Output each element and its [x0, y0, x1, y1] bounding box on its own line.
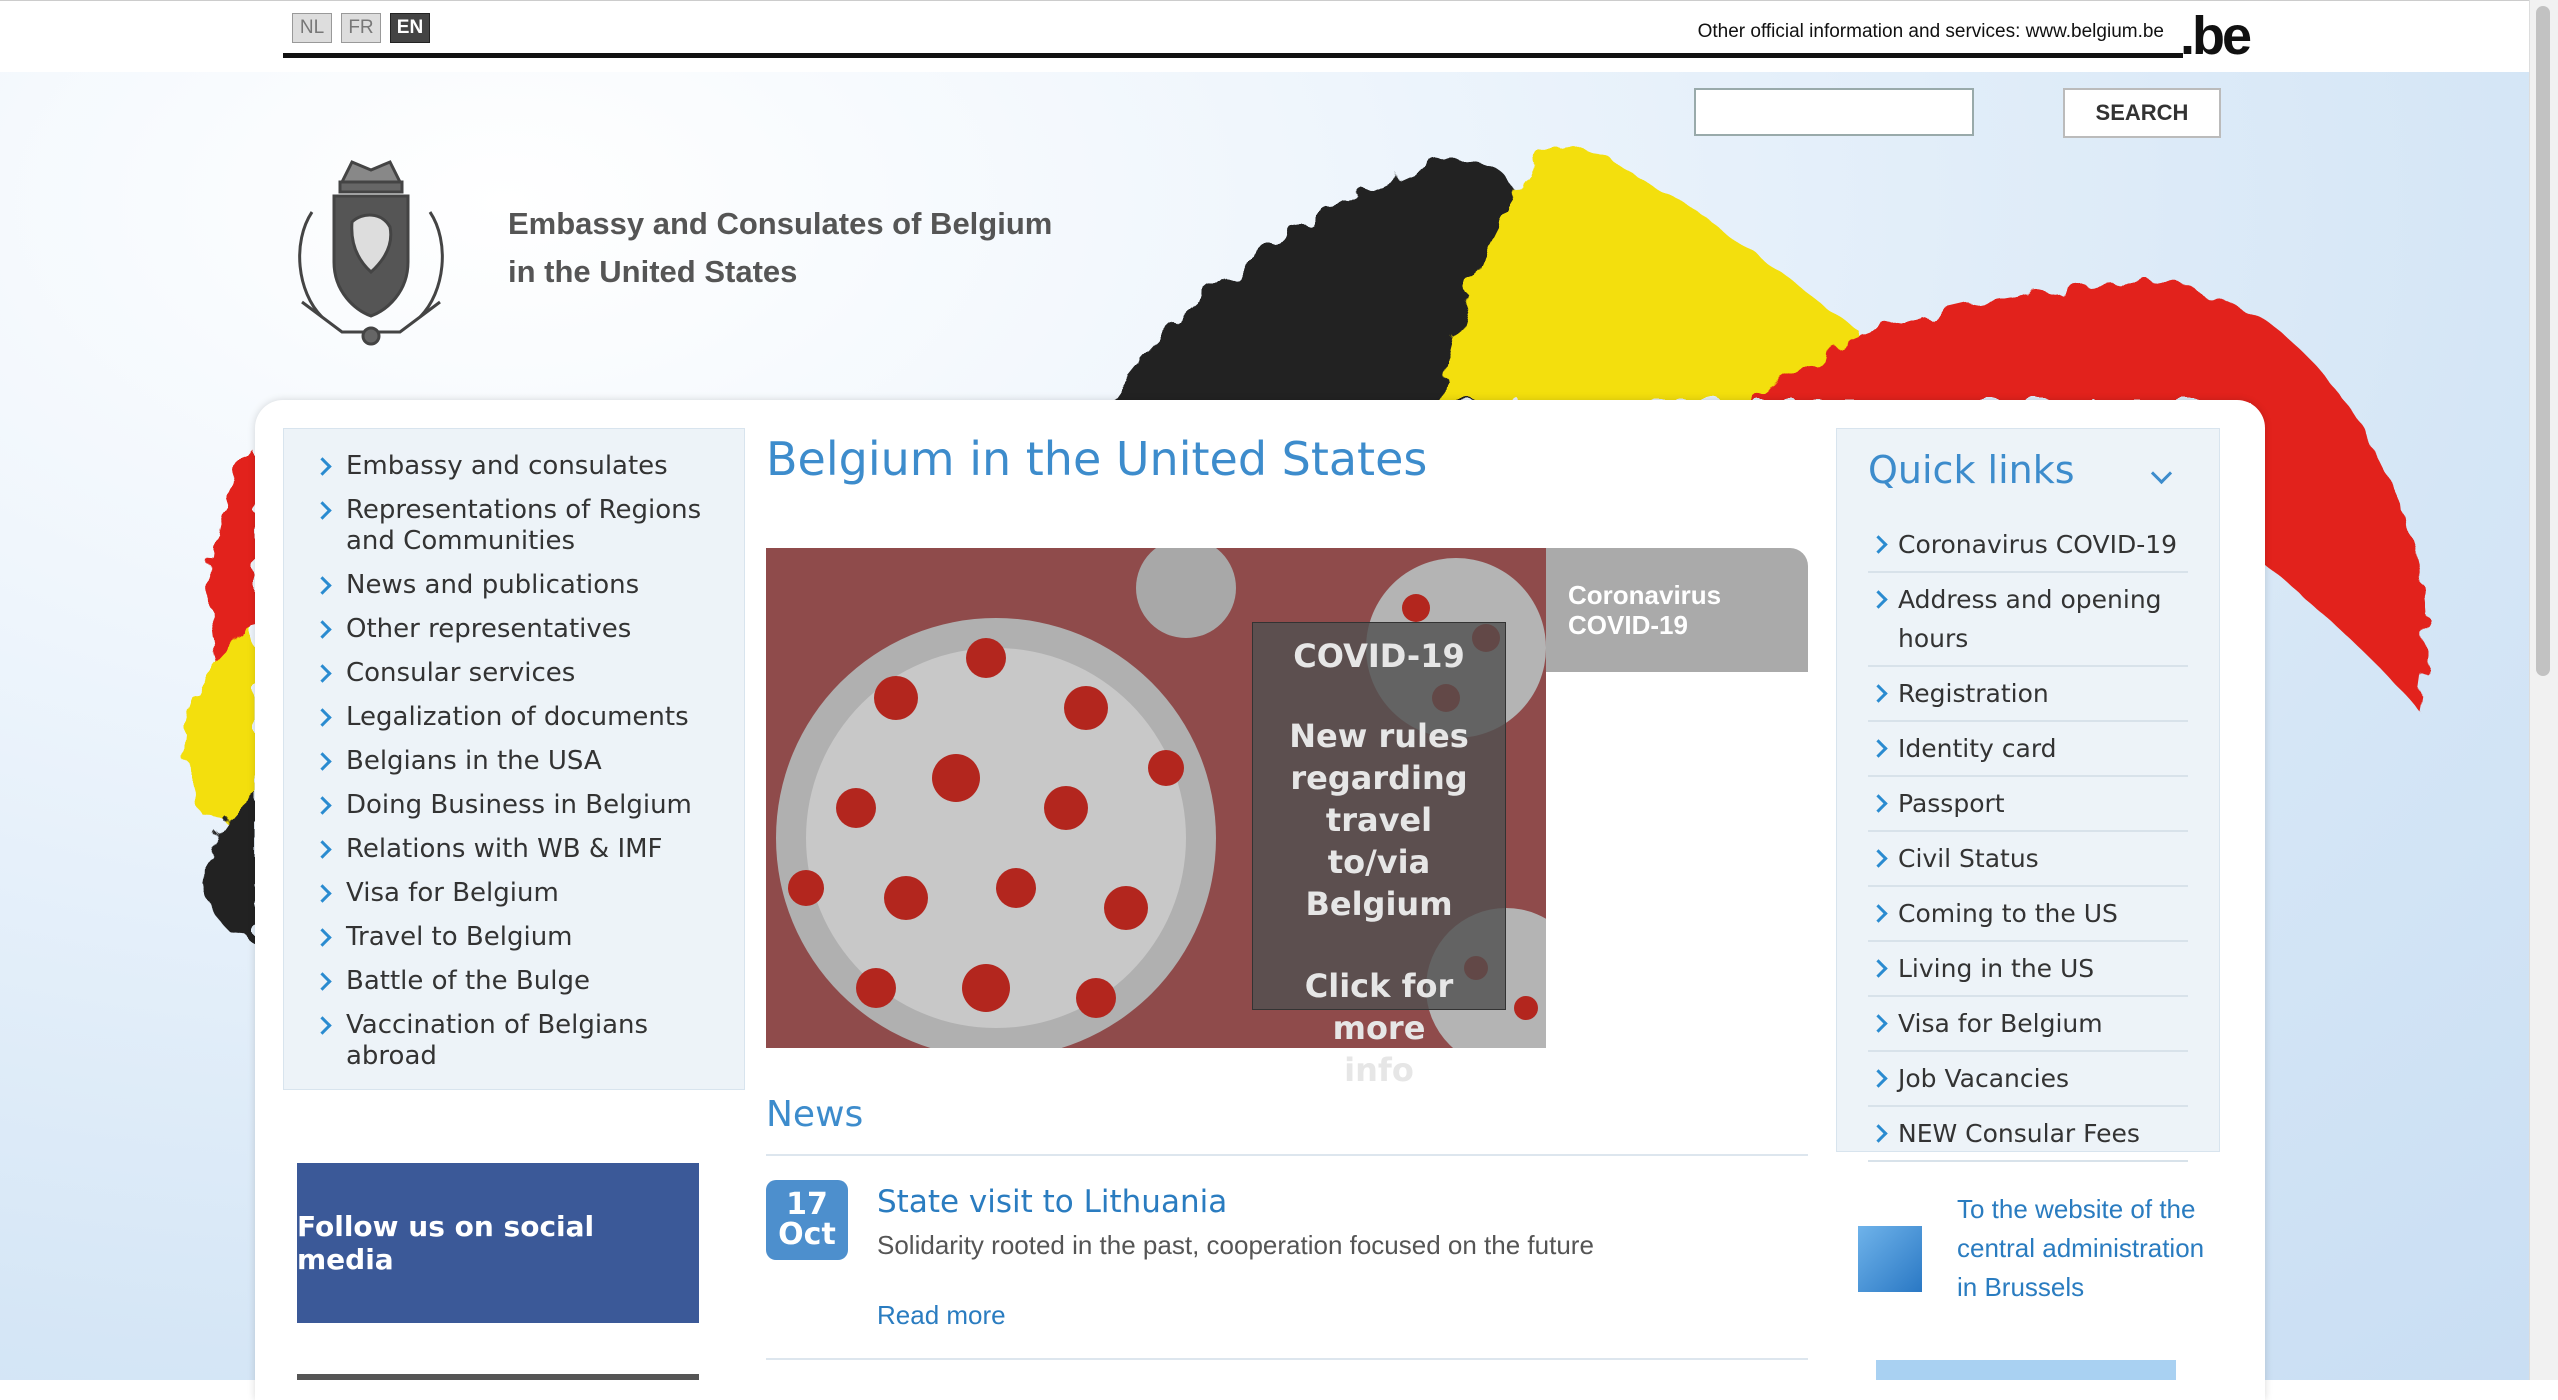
chevron-right-icon	[313, 972, 332, 991]
covid-box-cta: Click for more info	[1304, 967, 1454, 1089]
top-divider	[283, 53, 2183, 58]
chevron-right-icon	[313, 664, 332, 683]
chevron-right-icon	[1869, 739, 1888, 758]
nav-item-representations[interactable]: Representations of Regions and Communiti…	[312, 495, 716, 557]
quick-link-item[interactable]: Job Vacancies	[1868, 1052, 2188, 1107]
quick-link-item[interactable]: NEW Consular Fees	[1868, 1107, 2188, 1162]
search-input[interactable]	[1694, 88, 1974, 136]
covid-info-box[interactable]: COVID-19 New rules regarding travel to/v…	[1252, 622, 1506, 1089]
nav-item-vaccination[interactable]: Vaccination of Belgians abroad	[312, 1010, 716, 1072]
chevron-right-icon	[1869, 794, 1888, 813]
chevron-right-icon	[1869, 1124, 1888, 1143]
chevron-right-icon	[313, 884, 332, 903]
quick-links-list: Coronavirus COVID-19 Address and opening…	[1868, 518, 2188, 1162]
quick-links-title[interactable]: Quick links	[1868, 448, 2075, 492]
quick-link-item[interactable]: Coronavirus COVID-19	[1868, 518, 2188, 573]
be-logo[interactable]: .be	[2180, 5, 2252, 67]
chevron-right-icon	[1869, 849, 1888, 868]
lang-fr-button[interactable]: FR	[341, 13, 381, 43]
chevron-right-icon	[313, 457, 332, 476]
quick-link-item[interactable]: Registration	[1868, 667, 2188, 722]
chevron-right-icon	[1869, 535, 1888, 554]
chevron-right-icon	[313, 796, 332, 815]
nav-item-belgians-in-usa[interactable]: Belgians in the USA	[312, 746, 716, 777]
language-switcher: NL FR EN	[292, 13, 430, 43]
chevron-right-icon	[313, 501, 332, 520]
chevron-right-icon	[313, 1016, 332, 1035]
chevron-right-icon	[1869, 590, 1888, 609]
nav-item-other-representatives[interactable]: Other representatives	[312, 614, 716, 645]
site-title-line1: Embassy and Consulates of Belgium	[508, 206, 1053, 241]
covid-box-title: COVID-19	[1293, 637, 1465, 675]
nav-item-battle-of-the-bulge[interactable]: Battle of the Bulge	[312, 966, 716, 997]
chevron-right-icon	[313, 928, 332, 947]
chevron-right-icon	[1869, 1014, 1888, 1033]
lang-en-button[interactable]: EN	[390, 13, 430, 43]
dark-banner-edge	[297, 1374, 699, 1380]
social-media-button[interactable]: Follow us on social media	[297, 1163, 699, 1323]
page-title: Belgium in the United States	[766, 432, 1428, 486]
nav-item-consular-services[interactable]: Consular services	[312, 658, 716, 689]
banner-edge	[1876, 1360, 2176, 1380]
nav-item-travel[interactable]: Travel to Belgium	[312, 922, 716, 953]
central-administration-link[interactable]: To the website of the central administra…	[1957, 1190, 2217, 1307]
chevron-right-icon	[1869, 1069, 1888, 1088]
site-title[interactable]: Embassy and Consulates of Belgium in the…	[508, 200, 1108, 296]
news-date-badge: 17 Oct	[766, 1180, 848, 1260]
chevron-right-icon	[313, 708, 332, 727]
news-divider	[766, 1358, 1808, 1360]
news-headline-link[interactable]: State visit to Lithuania	[877, 1184, 1227, 1220]
nav-item-legalization[interactable]: Legalization of documents	[312, 702, 716, 733]
search-button[interactable]: SEARCH	[2063, 88, 2221, 138]
lang-nl-button[interactable]: NL	[292, 13, 332, 43]
quick-link-item[interactable]: Coming to the US	[1868, 887, 2188, 942]
top-bar: NL FR EN Other official information and …	[0, 0, 2530, 73]
belgian-coat-of-arms-logo[interactable]	[282, 152, 460, 348]
quick-link-item[interactable]: Living in the US	[1868, 942, 2188, 997]
nav-item-news-and-publications[interactable]: News and publications	[312, 570, 716, 601]
chevron-right-icon	[1869, 684, 1888, 703]
nav-item-doing-business[interactable]: Doing Business in Belgium	[312, 790, 716, 821]
chevron-right-icon	[313, 840, 332, 859]
coronavirus-tab[interactable]: Coronavirus COVID-19	[1546, 548, 1808, 672]
chevron-right-icon	[1869, 904, 1888, 923]
chevron-right-icon	[313, 752, 332, 771]
quick-link-item[interactable]: Civil Status	[1868, 832, 2188, 887]
nav-item-visa[interactable]: Visa for Belgium	[312, 878, 716, 909]
quick-link-item[interactable]: Passport	[1868, 777, 2188, 832]
scrollbar-thumb[interactable]	[2536, 6, 2550, 676]
news-divider	[766, 1154, 1808, 1156]
read-more-link[interactable]: Read more	[877, 1300, 1006, 1331]
covid-box-text: New rules regarding travel to/via Belgiu…	[1289, 717, 1469, 923]
nav-item-embassy-and-consulates[interactable]: Embassy and consulates	[312, 451, 716, 482]
left-navigation: Embassy and consulates Representations o…	[283, 428, 745, 1090]
quick-link-item[interactable]: Address and opening hours	[1868, 573, 2188, 667]
chevron-right-icon	[313, 620, 332, 639]
nav-item-relations-wb-imf[interactable]: Relations with WB & IMF	[312, 834, 716, 865]
quick-link-item[interactable]: Identity card	[1868, 722, 2188, 777]
chevron-right-icon	[313, 576, 332, 595]
chevron-right-icon	[1869, 959, 1888, 978]
scrollbar[interactable]	[2529, 0, 2558, 1380]
belgium-map-icon[interactable]	[1858, 1226, 1922, 1292]
site-title-line2: in the United States	[508, 254, 798, 289]
news-heading: News	[766, 1094, 864, 1135]
quick-link-item[interactable]: Visa for Belgium	[1868, 997, 2188, 1052]
news-summary: Solidarity rooted in the past, cooperati…	[877, 1230, 1594, 1260]
official-info-link[interactable]: Other official information and services:…	[1698, 21, 2164, 43]
